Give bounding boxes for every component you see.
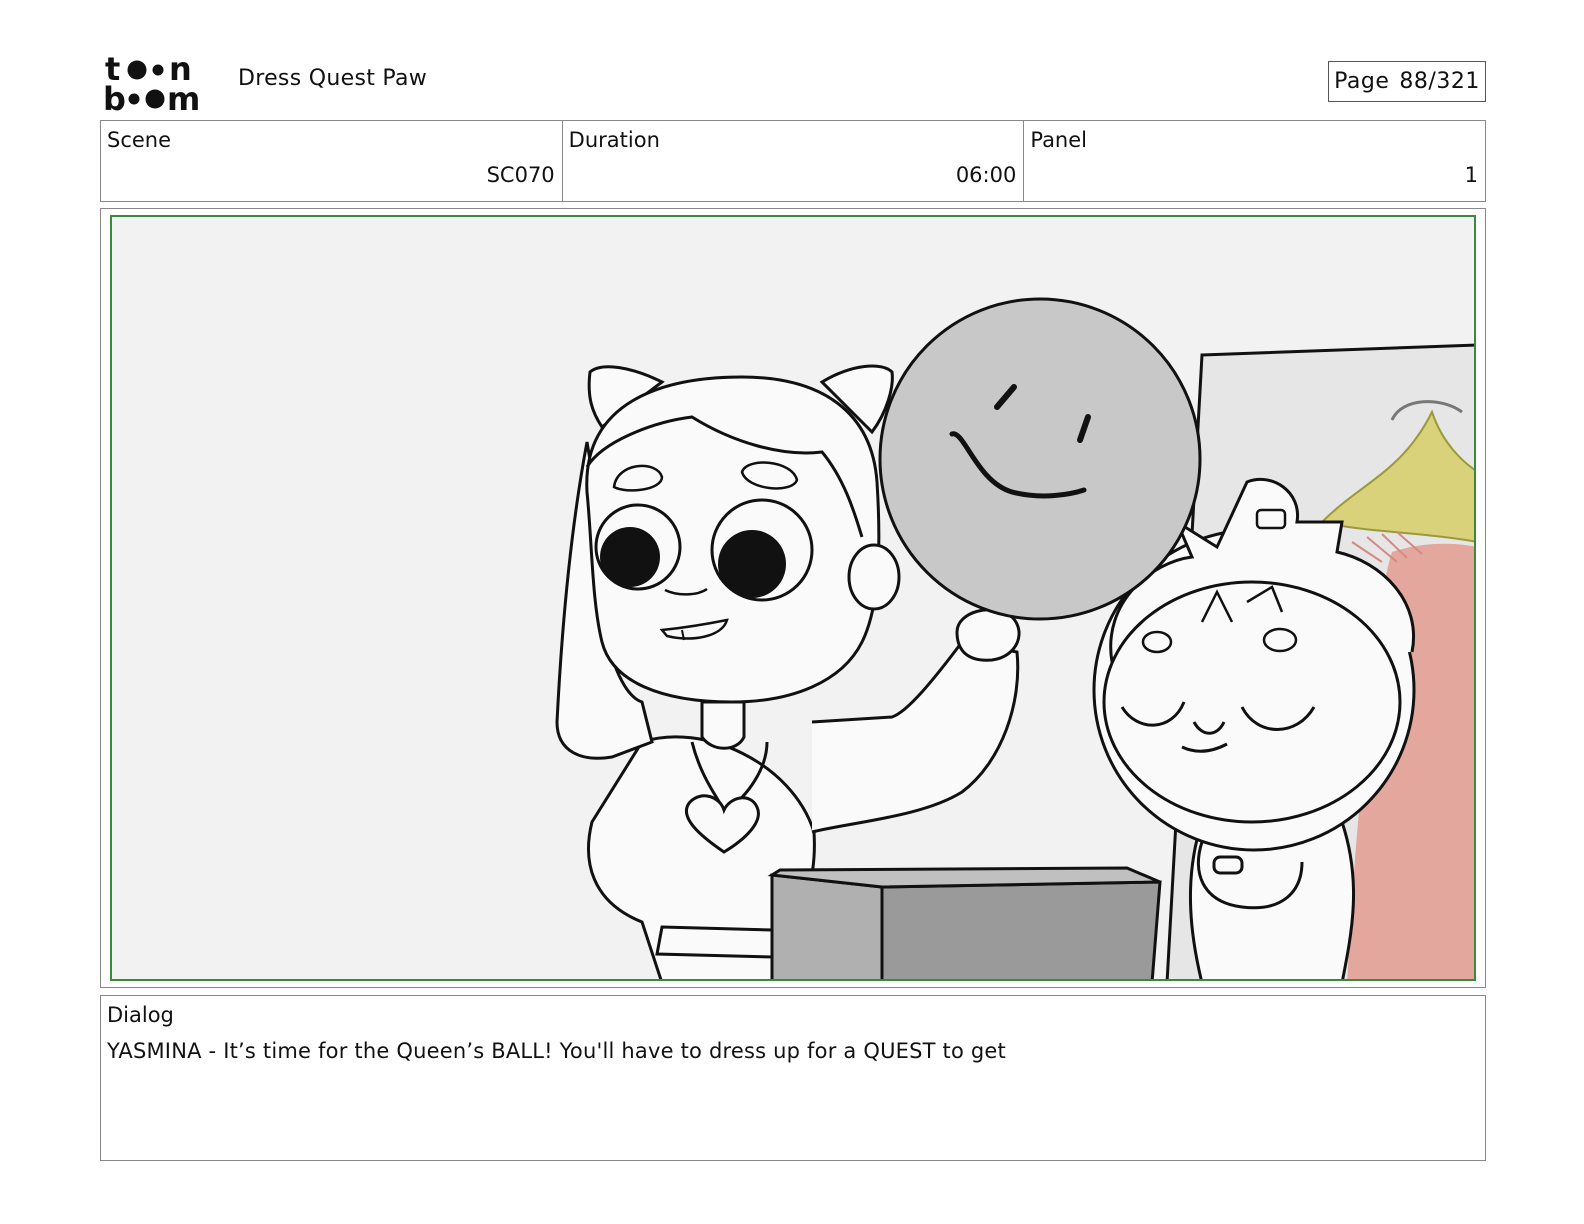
dialog-label: Dialog <box>107 1003 174 1027</box>
panel-info-table: Scene SC070 Duration 06:00 Panel 1 <box>100 120 1486 202</box>
duration-cell: Duration 06:00 <box>563 121 1025 201</box>
toon-boom-logo: t n b m <box>103 50 215 118</box>
page-label: Page <box>1334 69 1390 94</box>
storyboard-sketch <box>112 217 1474 979</box>
panel-cell: Panel 1 <box>1024 121 1485 201</box>
panel-value: 1 <box>1464 163 1479 187</box>
page-number: 88/321 <box>1399 69 1480 94</box>
scene-value: SC070 <box>486 163 555 187</box>
svg-text:b: b <box>103 80 126 114</box>
scene-cell: Scene SC070 <box>101 121 563 201</box>
scene-label: Scene <box>107 128 172 152</box>
dialog-text: YASMINA - It’s time for the Queen’s BALL… <box>107 1039 1006 1063</box>
page-indicator: Page 88/321 <box>1328 61 1486 102</box>
duration-label: Duration <box>568 128 660 152</box>
panel-label: Panel <box>1030 128 1087 152</box>
duration-value: 06:00 <box>955 163 1017 187</box>
dialog-box: Dialog YASMINA - It’s time for the Queen… <box>100 995 1486 1161</box>
project-title: Dress Quest Paw <box>238 66 428 91</box>
svg-text:m: m <box>167 80 200 114</box>
storyboard-panel-image <box>110 215 1476 981</box>
